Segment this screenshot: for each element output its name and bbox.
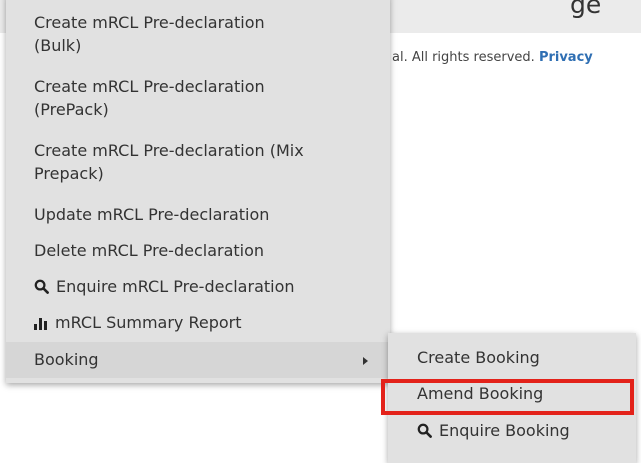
menu-item-label: Create mRCL Pre-declaration [34, 13, 265, 32]
submenu-item-amend-booking[interactable]: Amend Booking [381, 379, 636, 415]
menu-item-label: Create mRCL Pre-declaration (Mix [34, 141, 304, 160]
chevron-right-icon [363, 357, 368, 365]
submenu-item-enquire-booking[interactable]: Enquire Booking [388, 419, 636, 444]
privacy-link[interactable]: Privacy [539, 50, 593, 65]
menu-item-label-cont: Prepack) [34, 164, 104, 183]
submenu-item-label: Create Booking [417, 348, 540, 367]
page-heading: ge [570, 0, 602, 19]
submenu-item-label: Enquire Booking [439, 421, 570, 440]
menu-item-label: mRCL Summary Report [55, 313, 242, 332]
menu-item-create-prepack[interactable]: Create mRCL Pre-declaration (PrePack) [6, 75, 390, 121]
bar-chart-icon [34, 313, 48, 336]
menu-item-label-cont: (Bulk) [34, 36, 82, 55]
menu-item-booking[interactable]: Booking [6, 342, 390, 378]
search-icon [34, 277, 49, 300]
submenu-item-create-booking[interactable]: Create Booking [388, 346, 636, 369]
menu-item-summary-report[interactable]: mRCL Summary Report [6, 311, 390, 336]
mrcl-dropdown-menu: Create mRCL Pre-declaration (Bulk) Creat… [6, 0, 390, 383]
menu-item-create-bulk[interactable]: Create mRCL Pre-declaration (Bulk) [6, 11, 390, 57]
search-icon [417, 421, 432, 444]
menu-item-update[interactable]: Update mRCL Pre-declaration [6, 203, 390, 226]
menu-item-label: Delete mRCL Pre-declaration [34, 241, 265, 260]
menu-item-label: Update mRCL Pre-declaration [34, 205, 270, 224]
booking-submenu: Create Booking Amend Booking Enquire Boo… [381, 333, 636, 463]
menu-item-delete[interactable]: Delete mRCL Pre-declaration [6, 239, 390, 262]
menu-item-label: Booking [34, 350, 99, 369]
copyright-text: al. All rights reserved. [392, 50, 535, 65]
menu-item-create-mix-prepack[interactable]: Create mRCL Pre-declaration (Mix Prepack… [6, 139, 390, 185]
menu-item-label: Create mRCL Pre-declaration [34, 77, 265, 96]
menu-item-label: Enquire mRCL Pre-declaration [56, 277, 295, 296]
submenu-item-label: Amend Booking [417, 384, 544, 403]
menu-item-label-cont: (PrePack) [34, 100, 109, 119]
menu-item-enquire[interactable]: Enquire mRCL Pre-declaration [6, 275, 390, 300]
footer-copyright: al. All rights reserved. Privacy [392, 50, 593, 65]
